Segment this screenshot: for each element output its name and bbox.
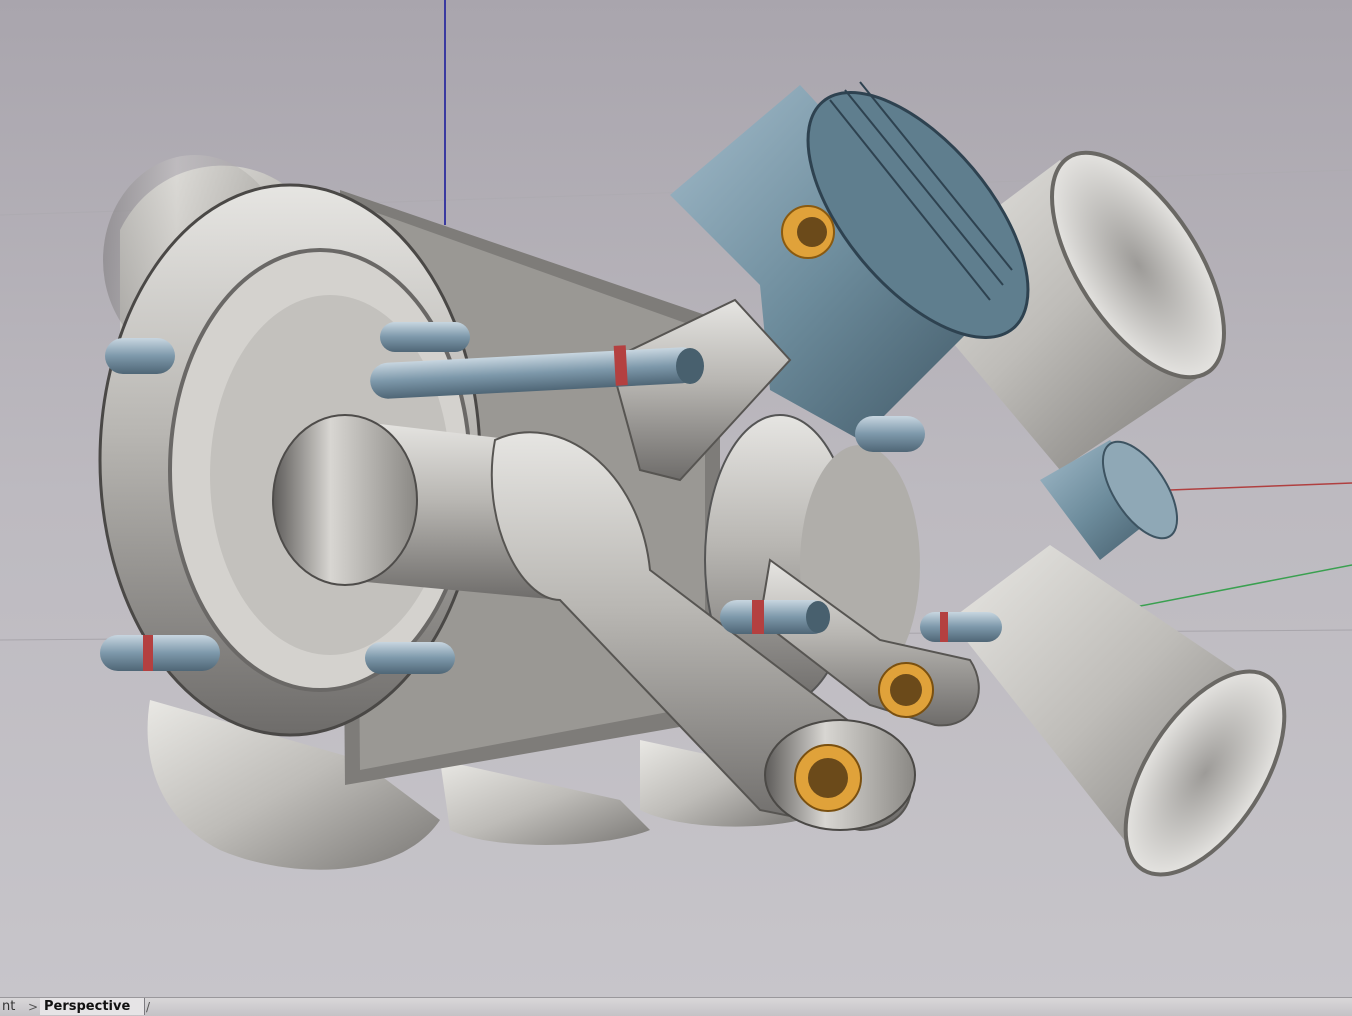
bolt — [100, 635, 220, 671]
bolt — [380, 322, 470, 352]
viewport-tab-perspective[interactable]: Perspective — [40, 998, 146, 1015]
viewport-tab-bar: nt > Perspective / — [0, 997, 1352, 1016]
perspective-viewport[interactable] — [0, 0, 1352, 997]
viewport-tab-partial[interactable]: nt — [0, 999, 21, 1015]
bolt — [855, 416, 925, 452]
bolt — [920, 612, 1002, 642]
bolt — [720, 600, 830, 634]
bolt — [365, 642, 455, 674]
tab-separator: > — [28, 1000, 39, 1014]
bolt — [105, 338, 175, 374]
tab-trailing-separator: / — [146, 1000, 151, 1014]
